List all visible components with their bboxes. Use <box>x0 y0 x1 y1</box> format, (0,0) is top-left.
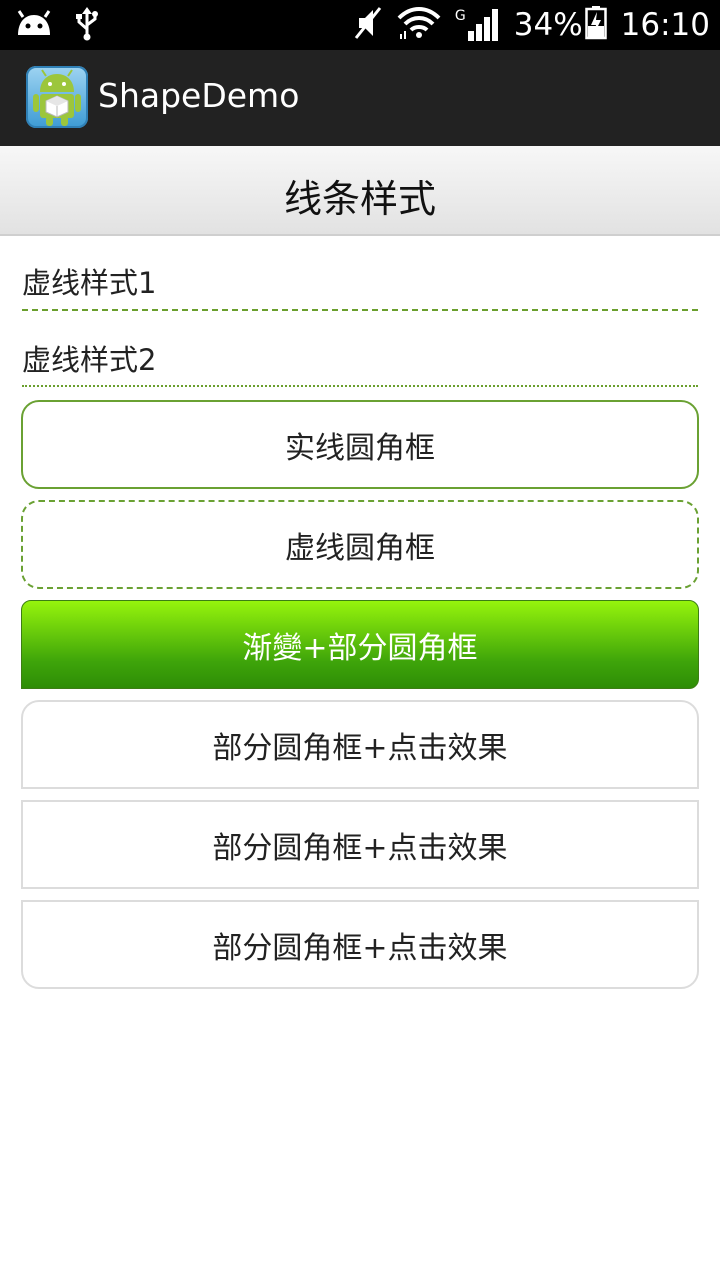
partial-rounded-click-button-1[interactable]: 部分圆角框+点击效果 <box>21 700 699 789</box>
signal-icon: G <box>455 9 500 41</box>
clock: 16:10 <box>620 7 710 43</box>
app-title: ShapeDemo <box>98 76 300 115</box>
dashed-rounded-button[interactable]: 虚线圆角框 <box>21 500 699 589</box>
dashed-style-1-label: 虚线样式1 <box>22 266 157 300</box>
action-bar: ShapeDemo <box>0 50 720 146</box>
battery-group: 34% <box>514 6 607 44</box>
dashed-style-2-label: 虚线样式2 <box>22 343 157 377</box>
android-debug-icon <box>14 9 54 43</box>
battery-charging-icon <box>584 6 607 44</box>
app-icon[interactable] <box>26 66 88 128</box>
usb-icon <box>74 7 100 45</box>
status-bar-right: G 34% 16:10 <box>353 0 710 50</box>
page-title: 线条样式 <box>283 177 436 221</box>
gradient-partial-rounded-button[interactable]: 渐變+部分圆角框 <box>21 600 699 689</box>
solid-rounded-button[interactable]: 实线圆角框 <box>21 400 699 489</box>
dashed-line-1 <box>22 309 698 311</box>
dashed-line-2 <box>22 385 698 387</box>
page-header: 线条样式 <box>0 146 720 236</box>
mute-icon <box>353 6 383 44</box>
battery-percent: 34% <box>513 7 583 43</box>
partial-rounded-click-button-2[interactable]: 部分圆角框+点击效果 <box>21 800 699 889</box>
wifi-icon <box>397 6 441 44</box>
status-bar-left <box>14 7 100 45</box>
status-bar: G 34% 16:10 <box>0 0 720 50</box>
network-type: G <box>454 8 466 24</box>
partial-rounded-click-button-3[interactable]: 部分圆角框+点击效果 <box>21 900 699 989</box>
